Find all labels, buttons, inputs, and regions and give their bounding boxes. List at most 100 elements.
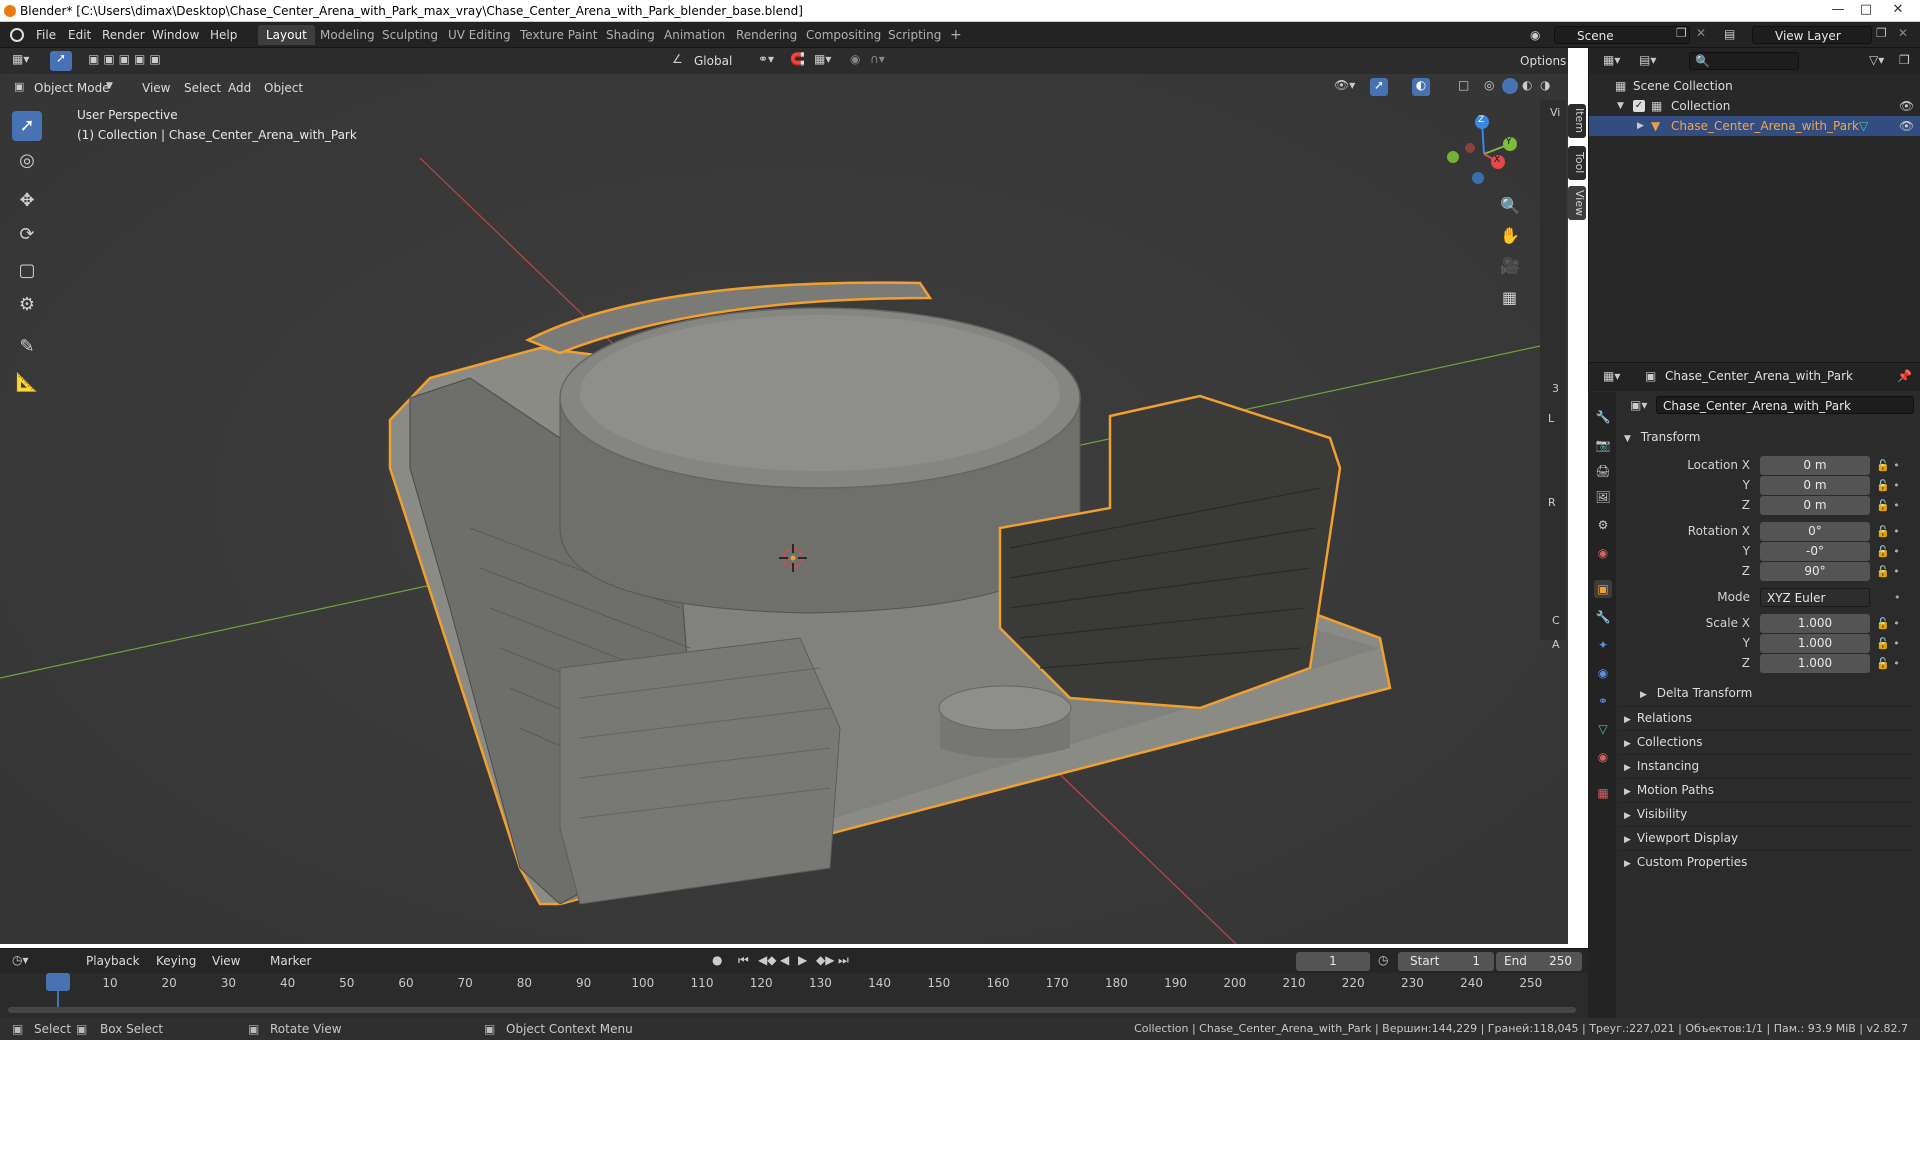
object-mode-dropdown[interactable]: Object Mode [28, 78, 116, 98]
select-tool-icon[interactable]: ➚ [50, 51, 72, 71]
delta-transform-subpanel[interactable]: ▶ Delta Transform [1640, 682, 1752, 704]
keyframe-dot-icon[interactable]: • [1894, 588, 1901, 608]
render-props-tab-icon[interactable]: 📷 [1594, 436, 1612, 454]
npanel-tab-item[interactable]: Item [1568, 104, 1586, 138]
filter-icon[interactable]: ▽▾ [1869, 53, 1884, 67]
panel-custom-properties[interactable]: ▶ Custom Properties [1620, 850, 1914, 872]
menu-marker[interactable]: Marker [264, 951, 317, 971]
outliner-row-scene-collection[interactable]: ▦ Scene Collection [1589, 76, 1920, 96]
new-collection-icon[interactable]: ❐ [1899, 53, 1910, 67]
frame-ruler[interactable]: 1102030405060708090100110120130140150160… [0, 973, 1588, 995]
delete-scene-icon[interactable]: ✕ [1696, 26, 1706, 40]
transform-tool[interactable]: ⚙ [12, 290, 42, 320]
3d-viewport[interactable] [0, 48, 1568, 944]
physics-props-tab-icon[interactable]: ◉ [1594, 664, 1612, 682]
menu-select[interactable]: Select [178, 78, 227, 98]
menu-window[interactable]: Window [146, 25, 205, 45]
lock-icon[interactable]: 🔓 • [1876, 496, 1900, 516]
expand-icon[interactable]: ▶ [1637, 116, 1644, 136]
xray-icon[interactable]: □ [1458, 78, 1469, 92]
delete-view-layer-icon[interactable]: ✕ [1898, 26, 1908, 40]
texture-tab-icon[interactable]: ▦ [1594, 784, 1612, 802]
properties-editor-icon[interactable]: ▦▾ [1603, 369, 1620, 383]
menu-help[interactable]: Help [204, 25, 243, 45]
tab-texture-paint[interactable]: Texture Paint [512, 25, 605, 45]
view-layer-icon[interactable]: ▤ [1724, 27, 1735, 41]
falloff-icon[interactable]: ∩▾ [870, 52, 885, 66]
eye-icon[interactable]: 👁 [1899, 96, 1914, 116]
snap-target-icon[interactable]: ▦▾ [814, 52, 831, 66]
material-shading-icon[interactable]: ◐ [1522, 78, 1532, 92]
display-mode-icon[interactable]: ▤▾ [1639, 53, 1656, 67]
annotate-tool[interactable]: ✎ [12, 332, 42, 362]
lock-icon[interactable]: 🔓 • [1876, 476, 1900, 496]
measure-tool[interactable]: 📐 [12, 368, 42, 398]
pivot-icon[interactable]: ⚭▾ [758, 52, 774, 66]
rotation-x-field[interactable]: 0° [1760, 522, 1870, 541]
tool-props-tab-icon[interactable]: 🔧 [1594, 408, 1612, 426]
timeline-editor-icon[interactable]: ◷▾ [12, 953, 29, 967]
record-icon[interactable]: ● [712, 953, 722, 967]
rotation-mode-dropdown[interactable]: XYZ Euler [1760, 588, 1870, 607]
panel-motion-paths[interactable]: ▶ Motion Paths [1620, 778, 1914, 800]
location-z-field[interactable]: 0 m [1760, 496, 1870, 515]
tab-rendering[interactable]: Rendering [728, 25, 805, 45]
mesh-data-tab-icon[interactable]: ▽ [1594, 720, 1612, 738]
solid-shading-icon[interactable] [1502, 78, 1518, 94]
menu-file[interactable]: File [30, 25, 62, 45]
orientation-dropdown[interactable]: Global [688, 51, 738, 71]
outliner-row-object[interactable]: ▶ ▼ Chase_Center_Arena_with_Park ▽ 👁 [1589, 116, 1920, 136]
proportional-edit-icon[interactable]: ◉ [850, 52, 860, 66]
add-workspace-icon[interactable]: + [942, 25, 970, 45]
end-frame-field[interactable]: End 250 [1496, 952, 1582, 971]
constraints-props-tab-icon[interactable]: ⚭ [1594, 692, 1612, 710]
eye-icon[interactable]: 👁 [1899, 116, 1914, 136]
cursor-tool[interactable]: ◎ [12, 146, 42, 176]
pin-icon[interactable]: 📌 [1897, 369, 1912, 383]
jump-start-icon[interactable]: ⏮ [738, 953, 749, 968]
view-layer-field[interactable]: View Layer [1752, 26, 1872, 44]
jump-end-icon[interactable]: ⏭ [838, 953, 849, 968]
menu-playback[interactable]: Playback [80, 951, 146, 971]
tab-sculpting[interactable]: Sculpting [374, 25, 446, 45]
output-props-tab-icon[interactable]: 🖨 [1594, 462, 1612, 480]
panel-relations[interactable]: ▶ Relations [1620, 706, 1914, 728]
menu-timeline-view[interactable]: View [206, 951, 246, 971]
tab-uv-editing[interactable]: UV Editing [440, 25, 519, 45]
lock-icon[interactable]: 🔓 • [1876, 634, 1900, 654]
view-layer-tab-icon[interactable]: 🖼 [1594, 488, 1612, 506]
outliner-editor-icon[interactable]: ▦▾ [1603, 53, 1620, 67]
menu-object[interactable]: Object [258, 78, 309, 98]
object-type-icon[interactable]: ▣▾ [1630, 398, 1647, 412]
playhead[interactable] [46, 973, 70, 991]
scale-z-field[interactable]: 1.000 [1760, 654, 1870, 673]
wireframe-shading-icon[interactable]: ◎ [1484, 78, 1494, 92]
tab-modeling[interactable]: Modeling [312, 25, 383, 45]
select-box-tool[interactable]: ➚ [12, 111, 42, 141]
scene-selector-icon[interactable]: ◉ [1530, 28, 1540, 42]
tab-animation[interactable]: Animation [656, 25, 733, 45]
material-tab-icon[interactable]: ◉ [1594, 748, 1612, 766]
close-button[interactable]: ✕ [1884, 0, 1912, 20]
lock-icon[interactable]: 🔓 • [1876, 542, 1900, 562]
panel-instancing[interactable]: ▶ Instancing [1620, 754, 1914, 776]
menu-add[interactable]: Add [222, 78, 257, 98]
menu-render[interactable]: Render [96, 25, 151, 45]
tab-scripting[interactable]: Scripting [880, 25, 949, 45]
tab-shading[interactable]: Shading [598, 25, 663, 45]
exclude-checkbox[interactable]: ✓ [1633, 100, 1645, 112]
camera-view-icon[interactable]: 🎥 [1500, 256, 1520, 275]
scene-props-tab-icon[interactable]: ⚙ [1594, 516, 1612, 534]
snap-icon[interactable]: 🧲 [790, 52, 805, 66]
pan-hand-icon[interactable]: ✋ [1500, 226, 1520, 245]
next-keyframe-icon[interactable]: ◆▶ [816, 953, 834, 967]
rotate-tool[interactable]: ⟳ [12, 220, 42, 250]
play-reverse-icon[interactable]: ◀ [780, 953, 789, 967]
new-view-layer-icon[interactable]: ❐ [1876, 26, 1887, 40]
start-frame-field[interactable]: Start 1 [1398, 952, 1494, 971]
particles-props-tab-icon[interactable]: ✦ [1594, 636, 1612, 654]
scene-name-field[interactable]: Scene [1554, 26, 1690, 44]
minimize-button[interactable]: — [1824, 0, 1852, 20]
mesh-data-icon[interactable]: ▽ [1859, 116, 1868, 136]
selection-mode-icons[interactable]: ▣▣▣▣▣ [88, 52, 165, 66]
